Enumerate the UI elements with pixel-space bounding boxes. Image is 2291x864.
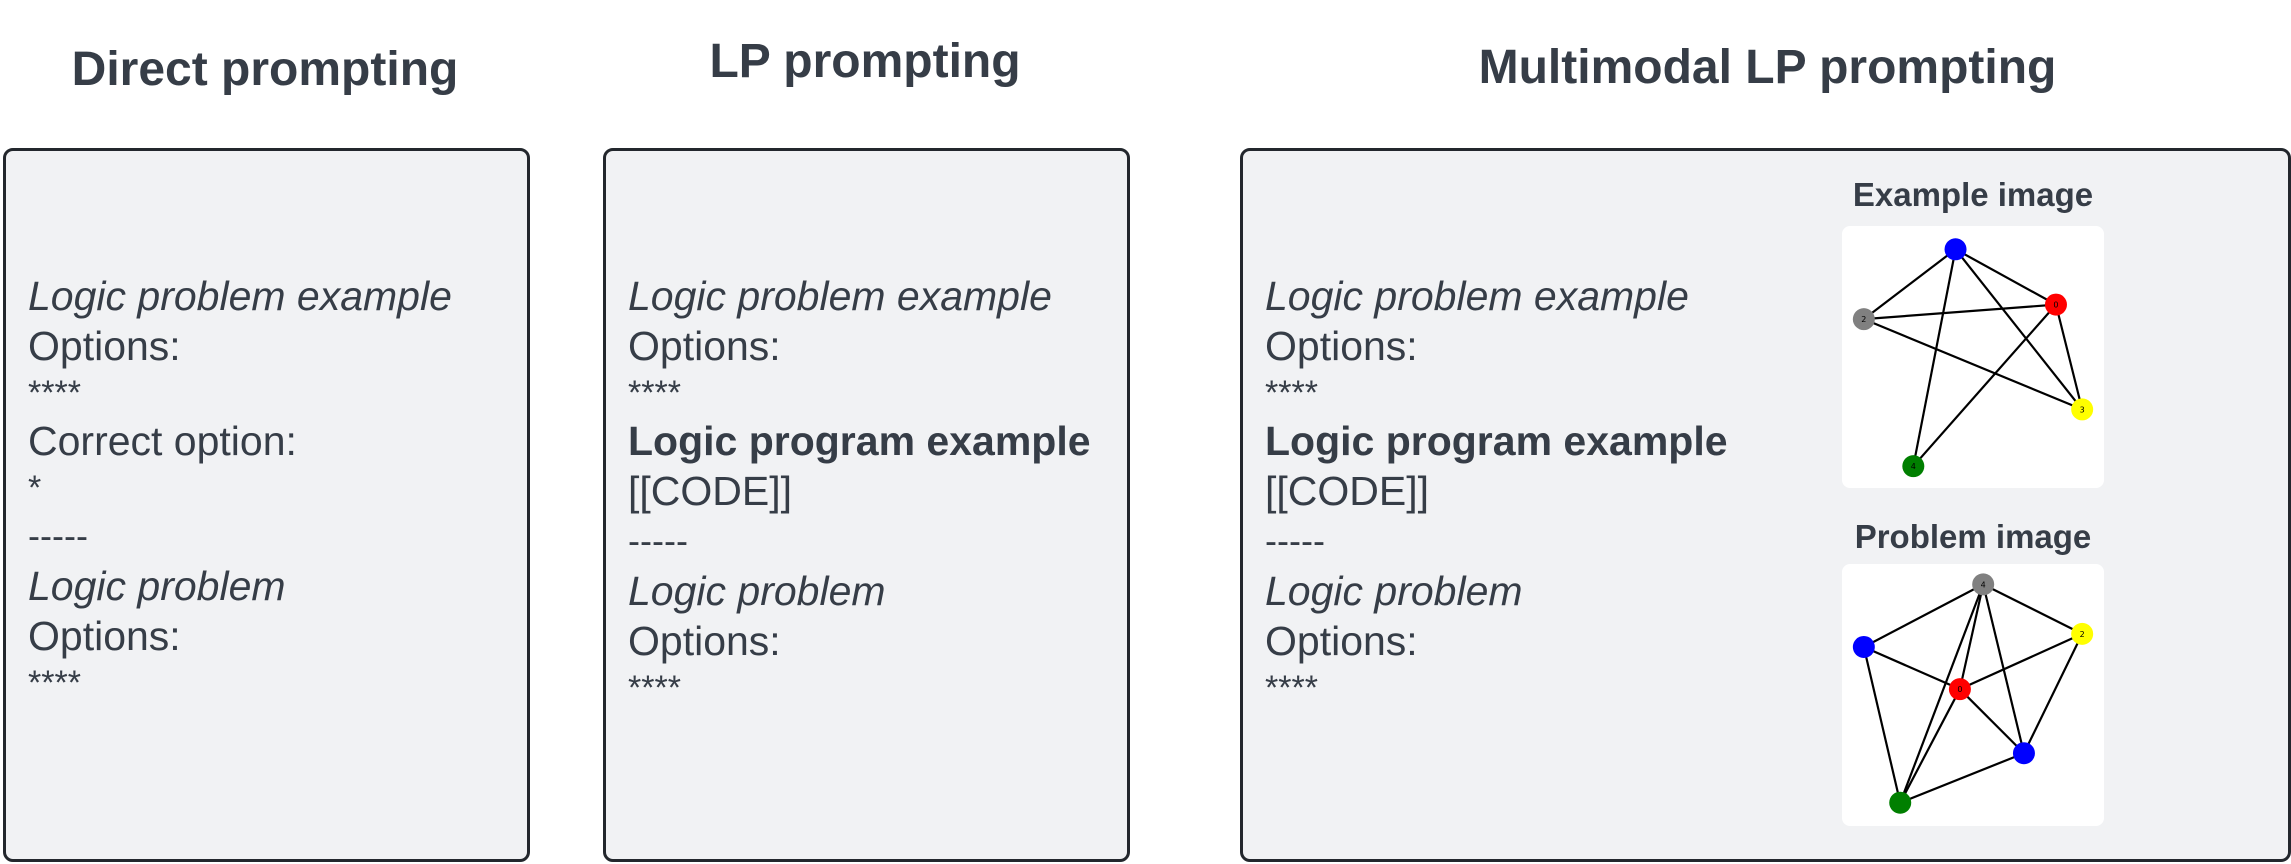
prompt-line: Logic program example: [628, 418, 1091, 464]
graph-edge: [1982, 583, 2083, 635]
panel-lp-prompting: Logic problem example Options: **** Logic p…: [603, 148, 1130, 862]
prompt-line: ****: [1265, 374, 1318, 412]
graph-node-label: 4: [1911, 462, 1916, 471]
heading-multimodal-lp-prompting: Multimodal LP prompting: [1478, 41, 2057, 94]
prompt-line: Logic problem example: [28, 273, 452, 319]
prompt-line: Options:: [1265, 618, 1418, 664]
graph-edge: [1863, 645, 1961, 691]
graph-edge: [1863, 583, 1984, 648]
graph-node-label: 0: [2053, 301, 2058, 310]
prompt-line: Options:: [1265, 323, 1418, 369]
graph-edge: [1899, 752, 2025, 804]
prompt-line: [[CODE]]: [628, 468, 793, 514]
graph-edge: [1912, 303, 2057, 467]
prompt-line: ****: [28, 374, 81, 412]
prompt-line: ****: [28, 664, 81, 702]
prompt-line: Options:: [28, 613, 181, 659]
prompt-line: *: [28, 469, 42, 507]
prompt-line: -----: [28, 515, 88, 556]
prompt-text-multimodal: Logic problem example Options: **** Logic p…: [1265, 271, 1728, 711]
graph-node-label: 4: [1981, 580, 1986, 589]
prompt-line: ****: [628, 374, 681, 412]
graph-node-green: [1889, 791, 1912, 814]
graph-edge: [1863, 318, 2083, 411]
graph-edge: [1959, 688, 2025, 755]
heading-direct-prompting: Direct prompting: [71, 43, 459, 96]
prompt-line: ****: [628, 669, 681, 707]
prompt-line: ****: [1265, 669, 1318, 707]
graph-node-blue: [1944, 238, 1967, 261]
prompt-line: Logic problem: [28, 563, 286, 609]
prompt-line: [[CODE]]: [1265, 468, 1430, 514]
prompt-line: Options:: [28, 323, 181, 369]
prompt-line: Logic program example: [1265, 418, 1728, 464]
heading-lp-prompting: LP prompting: [709, 35, 1021, 88]
problem-image-caption: Problem image: [1854, 518, 2092, 555]
graph-node-label: 3: [2080, 405, 2085, 414]
prompt-line: Logic problem example: [628, 273, 1052, 319]
graph-edge: [1899, 583, 1985, 804]
problem-graph: 4 2 0: [1852, 573, 2094, 814]
panel-direct-prompting: Logic problem example Options: **** Correct…: [3, 148, 530, 862]
panel-multimodal-lp-prompting: Logic problem example Options: **** Logic p…: [1240, 148, 2291, 862]
prompt-line: -----: [1265, 520, 1325, 561]
graph-edge: [1899, 688, 1961, 804]
graph-node-label: 0: [1957, 685, 1962, 694]
graph-node-blue: [2012, 742, 2035, 765]
example-graph: 0 2 3 4: [1852, 238, 2094, 478]
graph-edge: [1862, 646, 1902, 803]
graph-edge: [1863, 303, 2057, 321]
example-image: 0 2 3 4: [1842, 226, 2104, 488]
prompt-line: Options:: [628, 618, 781, 664]
prompt-line: -----: [628, 520, 688, 561]
prompt-line: Logic problem: [628, 568, 886, 614]
graph-edge: [1955, 248, 2057, 306]
example-image-caption: Example image: [1852, 176, 2094, 213]
graph-node-label: 2: [2080, 630, 2085, 639]
graph-node-blue: [1852, 635, 1875, 658]
graph-edge: [1959, 632, 2083, 691]
prompt-line: Logic problem: [1265, 568, 1523, 614]
prompt-line: Correct option:: [28, 418, 297, 464]
graph-edge: [1912, 249, 1957, 467]
graph-edge: [2022, 633, 2084, 754]
graph-node-label: 2: [1861, 315, 1866, 324]
prompt-line: Logic problem example: [1265, 273, 1689, 319]
graph-edge: [1863, 248, 1957, 321]
problem-image: 4 2 0: [1842, 564, 2104, 826]
prompt-text-direct: Logic problem example Options: **** Correct…: [28, 271, 452, 706]
prompt-text-lp: Logic problem example Options: **** Logic p…: [628, 271, 1091, 711]
prompt-line: Options:: [628, 323, 781, 369]
